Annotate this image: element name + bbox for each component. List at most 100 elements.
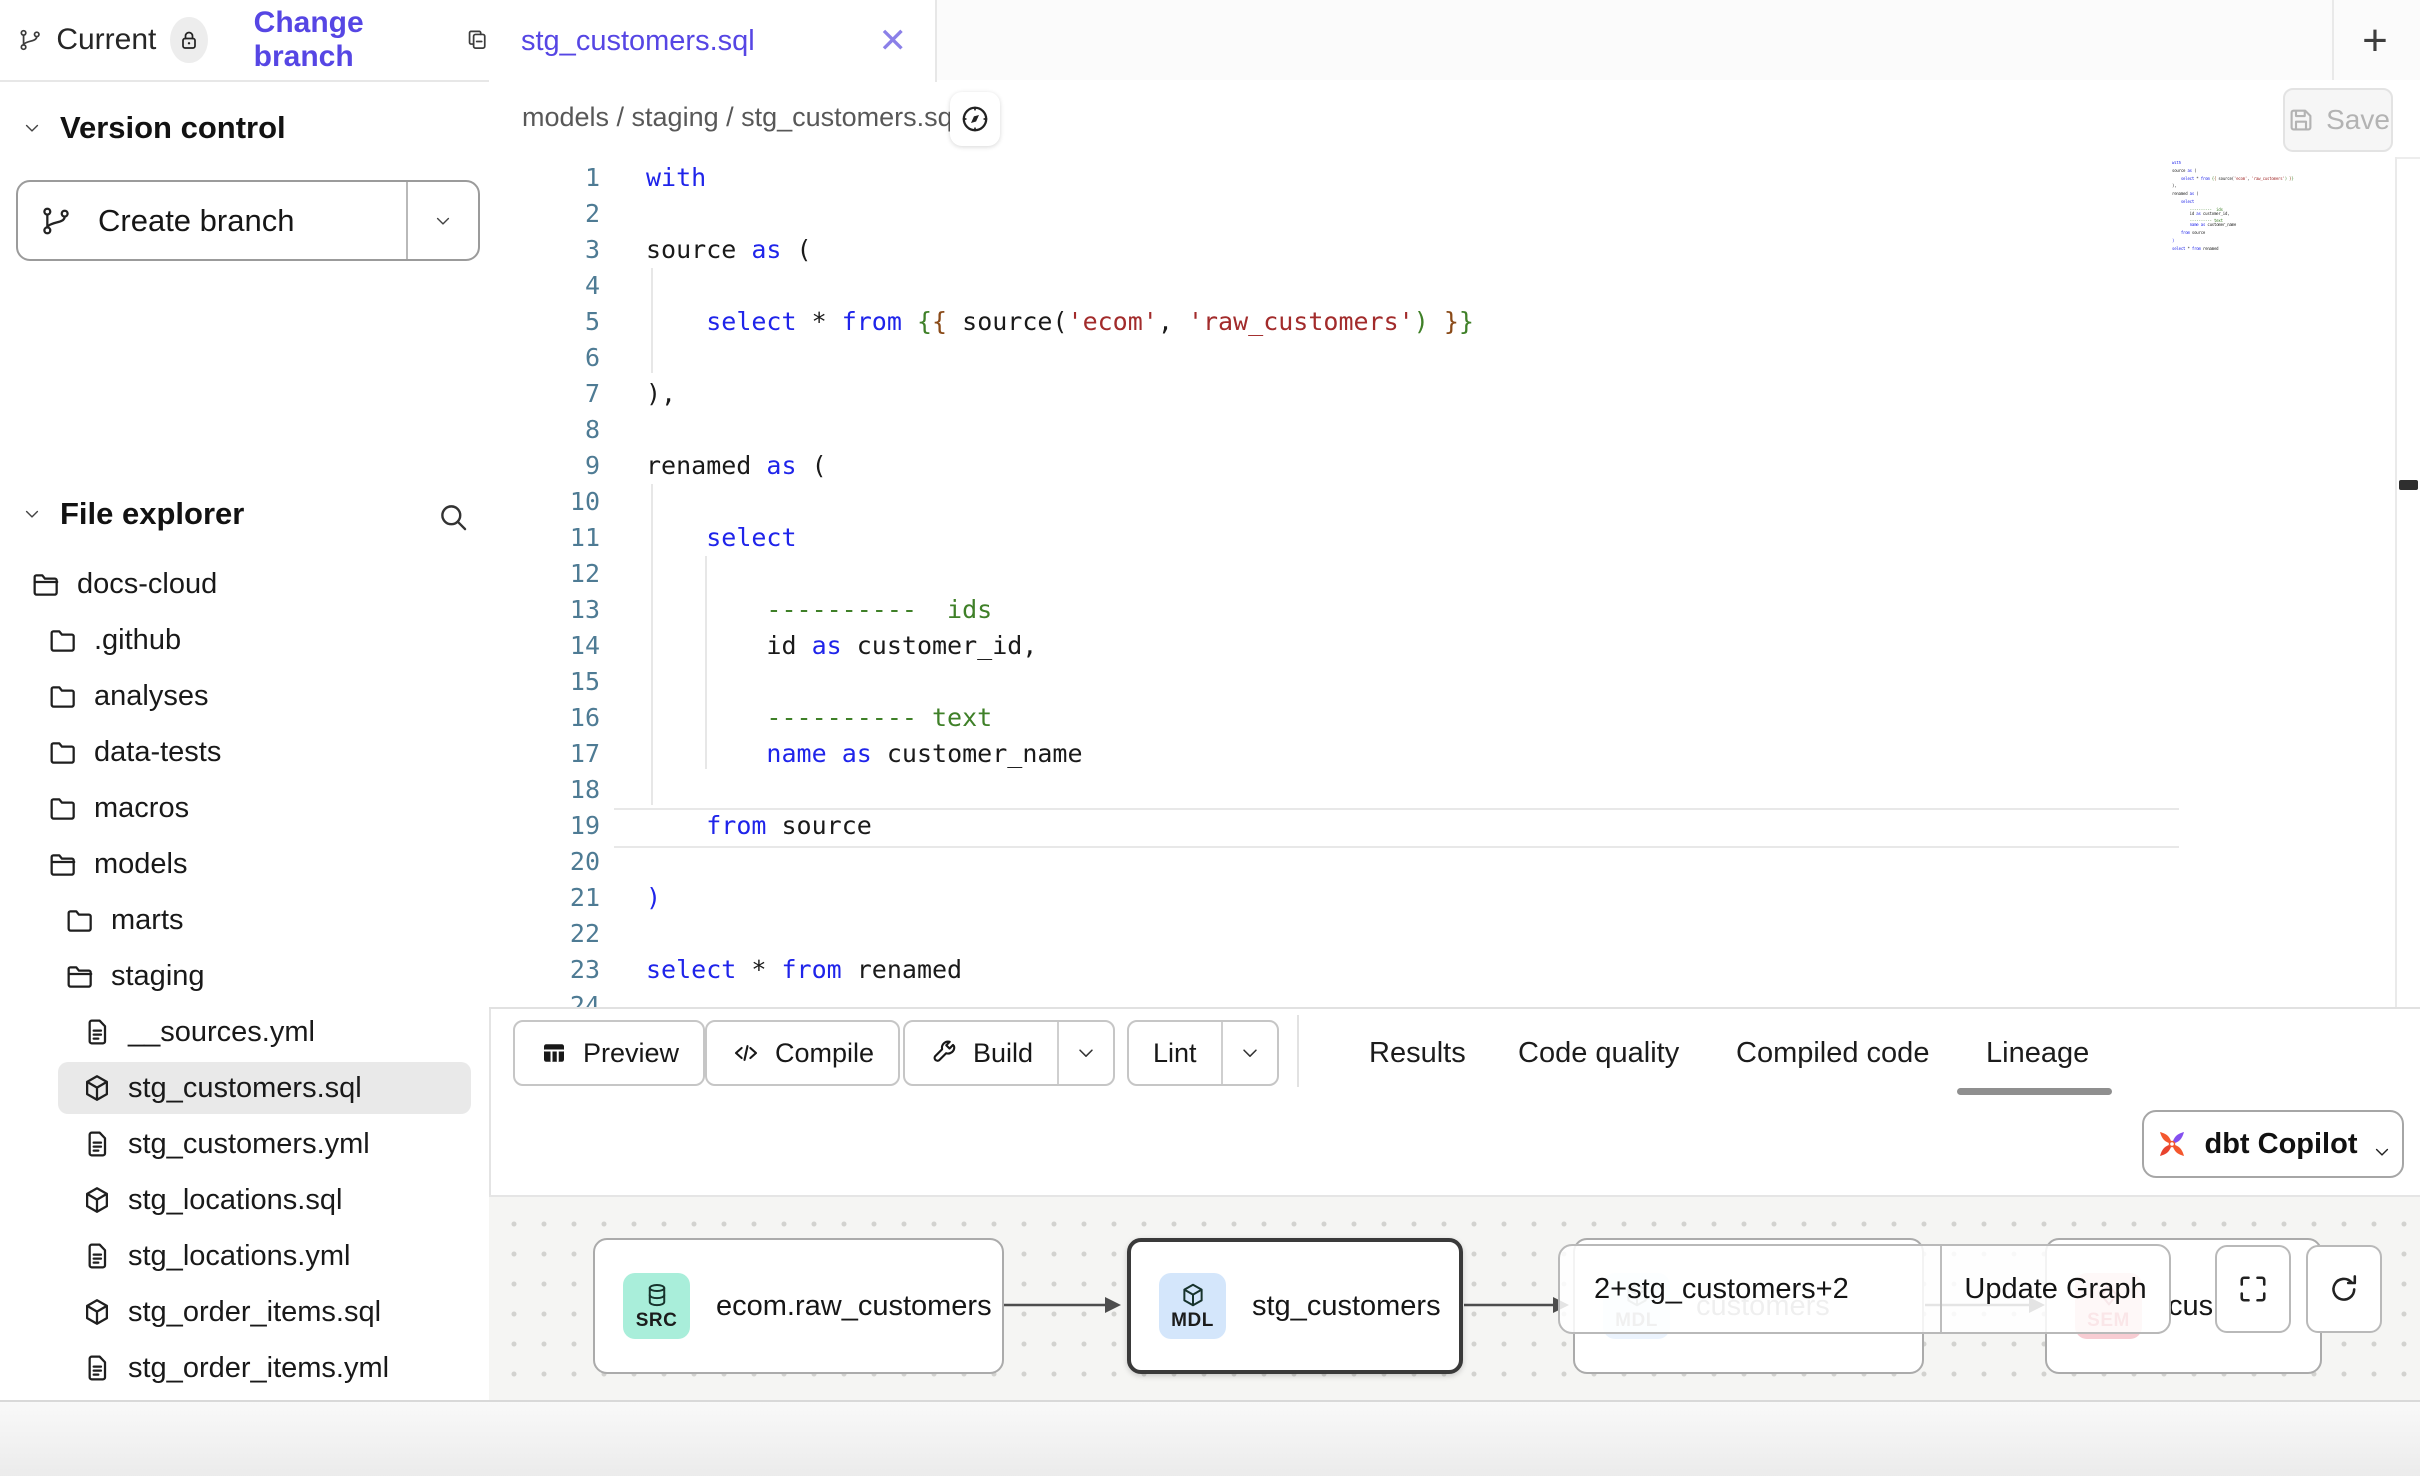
file-tree-item[interactable]: stg_order_items.yml xyxy=(0,1340,489,1396)
compass-icon xyxy=(959,103,991,135)
git-branch-icon xyxy=(18,25,42,55)
file-tree-item-label: docs-cloud xyxy=(77,568,217,601)
lineage-node[interactable]: SRCecom.raw_customers xyxy=(593,1238,1004,1374)
version-control-header[interactable]: Version control xyxy=(22,110,286,146)
file-tree-item[interactable]: docs-cloud xyxy=(0,556,489,612)
fullscreen-icon xyxy=(2235,1271,2271,1307)
button-label: Preview xyxy=(583,1038,679,1069)
tab-results[interactable]: Results xyxy=(1369,1007,1466,1099)
lineage-selector-bar: 2+stg_customers+2 Update Graph xyxy=(1558,1244,2171,1334)
tab-lineage[interactable]: Lineage xyxy=(1986,1007,2089,1099)
cube-icon xyxy=(81,1072,113,1104)
copy-icon[interactable] xyxy=(465,25,489,55)
file-tree-item-label: stg_customers.sql xyxy=(128,1072,362,1105)
file-tree-item-label: stg_locations.sql xyxy=(128,1184,342,1217)
explore-docs-button[interactable] xyxy=(950,92,1000,146)
file-tree-item-label: macros xyxy=(94,792,189,825)
file-tree-item[interactable]: stg_order_items.sql xyxy=(0,1284,489,1340)
file-tree-item[interactable]: stg_locations.yml xyxy=(0,1228,489,1284)
lineage-node[interactable]: MDLstg_customers xyxy=(1127,1238,1463,1374)
editor-minimap[interactable]: with source as ( select * from {{ source… xyxy=(2172,161,2297,261)
compile-button[interactable]: Compile xyxy=(705,1020,900,1086)
lint-dropdown[interactable] xyxy=(1223,1042,1277,1064)
update-graph-button[interactable]: Update Graph xyxy=(1942,1273,2169,1306)
tab-compiled-code[interactable]: Compiled code xyxy=(1736,1007,1929,1099)
database-icon xyxy=(643,1281,671,1309)
node-label: cus xyxy=(2168,1290,2213,1323)
graph-selector-input[interactable]: 2+stg_customers+2 xyxy=(1560,1273,1940,1306)
file-icon xyxy=(81,1016,113,1048)
file-tree-item[interactable]: macros xyxy=(0,780,489,836)
editor-tab-active[interactable]: stg_customers.sql ✕ xyxy=(489,0,937,82)
dbt-copilot-label: dbt Copilot xyxy=(2204,1128,2357,1161)
tab-close-icon[interactable]: ✕ xyxy=(879,24,908,58)
dbt-copilot-button[interactable]: dbt Copilot xyxy=(2142,1110,2404,1178)
chevron-down-icon xyxy=(2372,1134,2392,1154)
code-content: with source as ( select * from {{ source… xyxy=(646,160,1474,1007)
file-tree-item[interactable]: data-tests xyxy=(0,724,489,780)
file-tree-item-label: marts xyxy=(111,904,184,937)
file-tree: docs-cloud .githubanalyses data-tests macro… xyxy=(0,556,489,1396)
cube-icon xyxy=(1179,1281,1207,1309)
cube-icon xyxy=(81,1184,113,1216)
file-tree-item[interactable]: analyses xyxy=(0,668,489,724)
file-tree-item[interactable]: staging xyxy=(0,948,489,1004)
file-tree-item-label: stg_locations.yml xyxy=(128,1240,350,1273)
change-branch-link[interactable]: Change branch xyxy=(254,6,431,74)
file-explorer-header[interactable]: File explorer xyxy=(22,496,244,532)
dbt-copilot-icon xyxy=(2154,1126,2190,1162)
file-tree-item-label: data-tests xyxy=(94,736,221,769)
table-icon xyxy=(539,1038,569,1068)
tab-code-quality[interactable]: Code quality xyxy=(1518,1007,1679,1099)
dbt-cloud-ide: Current Change branch Version control Cr… xyxy=(0,0,2420,1476)
version-control-title: Version control xyxy=(60,110,286,146)
lock-icon xyxy=(177,28,201,52)
active-tab-underline xyxy=(1957,1088,2112,1095)
new-tab-button[interactable]: + xyxy=(2348,14,2402,68)
file-tree-item[interactable]: stg_customers.yml xyxy=(0,1116,489,1172)
file-tree-item-label: __sources.yml xyxy=(128,1016,315,1049)
file-tree-item-label: stg_customers.yml xyxy=(128,1128,370,1161)
chevron-down-icon xyxy=(1075,1042,1097,1064)
file-explorer-title: File explorer xyxy=(60,496,244,532)
branch-bar: Current Change branch xyxy=(0,0,489,82)
file-tree-item[interactable]: __sources.yml xyxy=(0,1004,489,1060)
build-dropdown[interactable] xyxy=(1059,1042,1113,1064)
file-tree-item[interactable]: marts xyxy=(0,892,489,948)
file-tree-item[interactable]: stg_customers.sql xyxy=(0,1060,489,1116)
fullscreen-button[interactable] xyxy=(2215,1245,2291,1333)
save-label: Save xyxy=(2326,104,2390,136)
refresh-button[interactable] xyxy=(2306,1245,2382,1333)
file-icon xyxy=(81,1128,113,1160)
folder-icon xyxy=(64,904,96,936)
create-branch-button[interactable]: Create branch xyxy=(16,180,480,261)
file-tree-item[interactable]: models xyxy=(0,836,489,892)
code-editor[interactable]: 123456789101112131415161718192021222324 … xyxy=(489,157,2395,1007)
node-label: ecom.raw_customers xyxy=(716,1290,992,1323)
scrollbar-thumb[interactable] xyxy=(2399,480,2418,490)
chevron-down-icon xyxy=(22,504,42,524)
file-tree-item-label: stg_order_items.sql xyxy=(128,1296,381,1329)
create-branch-dropdown[interactable] xyxy=(408,182,478,259)
git-branch-icon xyxy=(40,205,72,237)
file-tree-item[interactable]: .github xyxy=(0,612,489,668)
folder-icon xyxy=(47,624,79,656)
file-tree-item[interactable]: stg_locations.sql xyxy=(0,1172,489,1228)
file-tree-item-label: models xyxy=(94,848,188,881)
file-icon xyxy=(81,1352,113,1384)
lint-button[interactable]: Lint xyxy=(1127,1020,1279,1086)
build-button[interactable]: Build xyxy=(903,1020,1115,1086)
button-label: Build xyxy=(973,1038,1033,1069)
scrollbar-track xyxy=(2395,157,2397,1007)
node-label: stg_customers xyxy=(1252,1290,1441,1323)
preview-button[interactable]: Preview xyxy=(513,1020,705,1086)
save-button[interactable]: Save xyxy=(2283,88,2393,152)
file-icon xyxy=(81,1240,113,1272)
file-tree-item-label: stg_order_items.yml xyxy=(128,1352,389,1385)
cube-icon xyxy=(81,1296,113,1328)
file-tree-item-label: staging xyxy=(111,960,205,993)
create-branch-label: Create branch xyxy=(98,203,294,239)
lineage-canvas[interactable]: SRCecom.raw_customersMDLstg_customersMDL… xyxy=(489,1195,2420,1402)
branch-lock-badge xyxy=(170,17,207,63)
search-icon[interactable] xyxy=(436,500,470,534)
